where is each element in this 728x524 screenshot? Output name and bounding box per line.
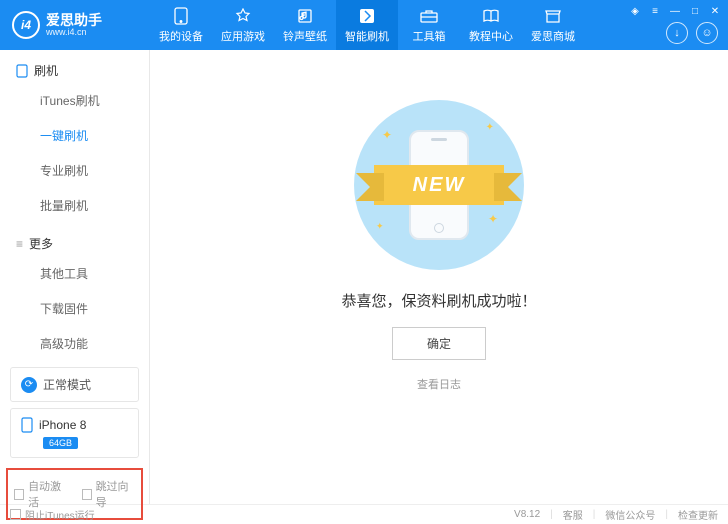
brand-name: 爱思助手 — [46, 13, 102, 27]
book-icon — [482, 7, 500, 25]
sidebar-item-other[interactable]: 其他工具 — [0, 256, 149, 291]
window-controls: ◈ ≡ — □ ✕ — [628, 4, 722, 18]
nav-flash[interactable]: 智能刷机 — [336, 0, 398, 50]
user-button[interactable]: ☺ — [696, 22, 718, 44]
star-icon: ✦ — [488, 212, 498, 226]
logo-icon: i4 — [12, 11, 40, 39]
menu-icon[interactable]: ≡ — [648, 4, 662, 18]
nav-toolbox[interactable]: 工具箱 — [398, 0, 460, 50]
view-log-link[interactable]: 查看日志 — [417, 376, 461, 392]
sidebar-item-oneclick[interactable]: 一键刷机 — [0, 118, 149, 153]
nav-apps[interactable]: 应用游戏 — [212, 0, 274, 50]
version-label: V8.12 — [514, 509, 540, 520]
device-info[interactable]: iPhone 8 64GB — [10, 408, 139, 458]
sidebar-item-batch[interactable]: 批量刷机 — [0, 188, 149, 223]
app-icon — [234, 7, 252, 25]
nav-my-device[interactable]: 我的设备 — [150, 0, 212, 50]
sidebar-item-advanced[interactable]: 高级功能 — [0, 326, 149, 361]
refresh-icon: ⟳ — [21, 377, 37, 393]
flash-icon — [358, 7, 376, 25]
sidebar: 刷机 iTunes刷机 一键刷机 专业刷机 批量刷机 ≡ 更多 其他工具 下载固… — [0, 50, 150, 504]
main-content: ✦ ✦ ✦ ✦ NEW 恭喜您，保资料刷机成功啦！ 确定 查看日志 — [150, 50, 728, 504]
phone-icon — [172, 7, 190, 25]
sidebar-section-more: ≡ 更多 — [0, 223, 149, 256]
star-icon: ✦ — [486, 122, 494, 133]
ok-button[interactable]: 确定 — [392, 327, 486, 360]
toolbox-icon — [420, 7, 438, 25]
phone-icon — [16, 64, 28, 78]
wechat-link[interactable]: 微信公众号 — [605, 507, 655, 522]
nav-store[interactable]: 爱思商城 — [522, 0, 584, 50]
maximize-button[interactable]: □ — [688, 4, 702, 18]
sidebar-item-itunes[interactable]: iTunes刷机 — [0, 83, 149, 118]
minimize-button[interactable]: — — [668, 4, 682, 18]
logo-area: i4 爱思助手 www.i4.cn — [0, 11, 150, 39]
support-link[interactable]: 客服 — [563, 507, 583, 522]
star-icon: ✦ — [382, 128, 392, 142]
mode-indicator[interactable]: ⟳ 正常模式 — [10, 367, 139, 402]
skip-wizard-checkbox[interactable]: 跳过向导 — [82, 478, 136, 510]
brand-site: www.i4.cn — [46, 27, 102, 37]
success-message: 恭喜您，保资料刷机成功啦！ — [341, 290, 536, 311]
device-name: iPhone 8 — [39, 418, 86, 432]
success-illustration: ✦ ✦ ✦ ✦ NEW — [354, 100, 524, 270]
phone-icon — [21, 417, 33, 433]
nav-ringtones[interactable]: 铃声壁纸 — [274, 0, 336, 50]
sidebar-item-pro[interactable]: 专业刷机 — [0, 153, 149, 188]
sidebar-item-firmware[interactable]: 下载固件 — [0, 291, 149, 326]
download-button[interactable]: ↓ — [666, 22, 688, 44]
list-icon: ≡ — [16, 237, 23, 251]
app-header: i4 爱思助手 www.i4.cn 我的设备 应用游戏 铃声壁纸 智能刷机 工具… — [0, 0, 728, 50]
tshirt-icon[interactable]: ◈ — [628, 4, 642, 18]
storage-badge: 64GB — [43, 437, 78, 449]
close-button[interactable]: ✕ — [708, 4, 722, 18]
store-icon — [544, 7, 562, 25]
music-icon — [296, 7, 314, 25]
auto-activate-checkbox[interactable]: 自动激活 — [14, 478, 68, 510]
nav-tutorials[interactable]: 教程中心 — [460, 0, 522, 50]
sidebar-section-flash: 刷机 — [0, 50, 149, 83]
new-ribbon: NEW — [374, 165, 504, 205]
star-icon: ✦ — [376, 221, 384, 232]
block-itunes-checkbox[interactable]: 阻止iTunes运行 — [10, 507, 95, 522]
check-update-link[interactable]: 检查更新 — [678, 507, 718, 522]
